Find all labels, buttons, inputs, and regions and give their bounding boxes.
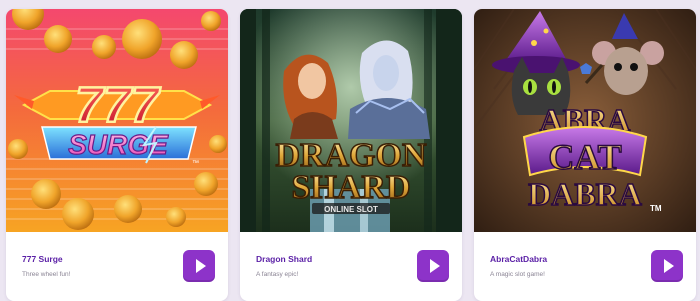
game-card-777-surge[interactable]: 777 SURGE ™ 777 Surge Three wheel fun!	[6, 9, 228, 301]
surge-artwork: 777 SURGE ™	[6, 9, 228, 232]
svg-text:DABRA: DABRA	[528, 176, 642, 212]
svg-text:™: ™	[192, 160, 199, 167]
game-description: A magic slot game!	[490, 271, 545, 278]
game-title[interactable]: Dragon Shard	[256, 254, 312, 264]
svg-text:TM: TM	[650, 204, 662, 213]
abracatdabra-artwork: ABRA CAT DABRA TM	[474, 9, 696, 232]
svg-text:CAT: CAT	[548, 137, 621, 177]
game-card-dragon-shard[interactable]: DRAGON SHARD ONLINE SLOT Dragon Shard A …	[240, 9, 462, 301]
game-grid: 777 SURGE ™ 777 Surge Three wheel fun! D…	[0, 0, 700, 301]
play-button[interactable]	[417, 250, 449, 282]
game-thumbnail-777-surge[interactable]: 777 SURGE ™	[6, 9, 228, 232]
game-description: A fantasy epic!	[256, 271, 299, 278]
play-icon	[195, 259, 206, 273]
game-thumbnail-abracatdabra[interactable]: ABRA CAT DABRA TM	[474, 9, 696, 232]
svg-text:SHARD: SHARD	[291, 169, 410, 206]
game-title[interactable]: 777 Surge	[22, 254, 63, 264]
dragon-shard-logo: DRAGON SHARD ONLINE SLOT	[275, 136, 428, 214]
dragon-shard-artwork: DRAGON SHARD ONLINE SLOT	[240, 9, 462, 232]
play-icon	[663, 259, 674, 273]
svg-text:777: 777	[75, 77, 161, 133]
play-button[interactable]	[651, 250, 683, 282]
game-thumbnail-dragon-shard[interactable]: DRAGON SHARD ONLINE SLOT	[240, 9, 462, 232]
svg-text:SURGE: SURGE	[68, 129, 169, 160]
play-icon	[429, 259, 440, 273]
svg-text:ONLINE SLOT: ONLINE SLOT	[324, 205, 378, 214]
play-button[interactable]	[183, 250, 215, 282]
game-card-abracatdabra[interactable]: ABRA CAT DABRA TM AbraCatDabra A magic s…	[474, 9, 696, 301]
game-description: Three wheel fun!	[22, 271, 71, 278]
game-title[interactable]: AbraCatDabra	[490, 254, 547, 264]
